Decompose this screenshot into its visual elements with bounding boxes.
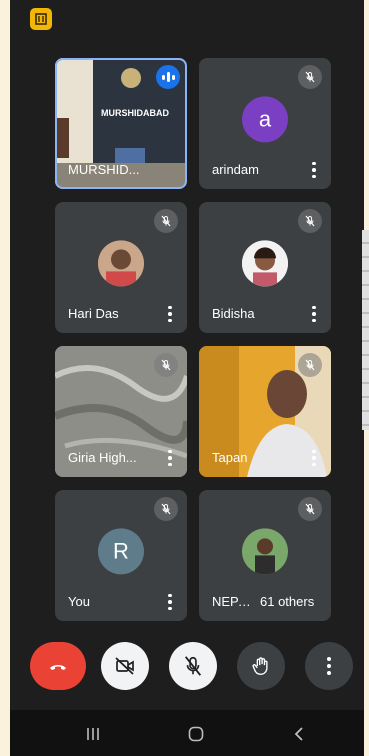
participant-name: Bidisha	[212, 306, 255, 321]
others-chip[interactable]: 61 others	[250, 587, 325, 615]
speaking-icon	[156, 65, 180, 89]
side-edge	[362, 230, 369, 430]
participant-name: Giria High...	[68, 450, 137, 465]
mic-off-icon	[154, 497, 178, 521]
mic-off-icon	[298, 353, 322, 377]
more-vert-icon[interactable]	[307, 303, 321, 325]
system-nav-bar	[10, 710, 364, 756]
video-off-icon	[115, 657, 134, 675]
avatar	[98, 239, 144, 286]
camera-toggle-button[interactable]	[101, 642, 149, 690]
participant-tile-you[interactable]: R You	[55, 490, 187, 621]
mic-off-icon	[298, 497, 322, 521]
recents-icon[interactable]	[78, 722, 108, 746]
mic-off-icon	[154, 353, 178, 377]
more-vert-icon[interactable]	[163, 447, 177, 469]
participant-tile-murshidabad[interactable]: MURSHIDABAD MURSHID...	[55, 58, 187, 189]
mic-toggle-button[interactable]	[169, 642, 217, 690]
more-vert-icon[interactable]	[307, 159, 321, 181]
phone-hangup-icon	[50, 665, 66, 670]
avatar	[242, 239, 288, 286]
back-icon[interactable]	[284, 722, 314, 746]
raise-hand-button[interactable]	[237, 642, 285, 690]
app-icon[interactable]	[30, 8, 52, 30]
phone-screen: MURSHIDABAD MURSHID... a arindam Hari Da…	[10, 0, 364, 756]
participant-tile-arindam[interactable]: a arindam	[199, 58, 331, 189]
avatar: a	[242, 95, 288, 142]
more-vert-icon[interactable]	[163, 303, 177, 325]
participant-name: You	[68, 594, 90, 609]
mic-off-icon	[154, 209, 178, 233]
participant-tile-hari-das[interactable]: Hari Das	[55, 202, 187, 333]
participant-tile-giria-high[interactable]: Giria High...	[55, 346, 187, 477]
more-vert-icon[interactable]	[163, 591, 177, 613]
home-icon[interactable]	[181, 722, 211, 746]
avatar: R	[98, 527, 144, 574]
mic-off-icon	[298, 209, 322, 233]
more-options-button[interactable]	[305, 642, 353, 690]
participant-name: MURSHID...	[68, 162, 140, 177]
avatar	[242, 527, 288, 574]
more-vert-icon[interactable]	[307, 447, 321, 469]
more-vert-icon	[327, 657, 331, 675]
participant-name: Hari Das	[68, 306, 119, 321]
mic-off-icon	[184, 656, 202, 676]
end-call-button[interactable]	[30, 642, 86, 690]
hand-raise-icon	[252, 657, 268, 675]
participant-name: arindam	[212, 162, 259, 177]
mic-off-icon	[298, 65, 322, 89]
participant-name: Tapan	[212, 450, 248, 465]
participant-tile-tapan[interactable]: Tapan	[199, 346, 331, 477]
participant-tile-bidisha[interactable]: Bidisha	[199, 202, 331, 333]
